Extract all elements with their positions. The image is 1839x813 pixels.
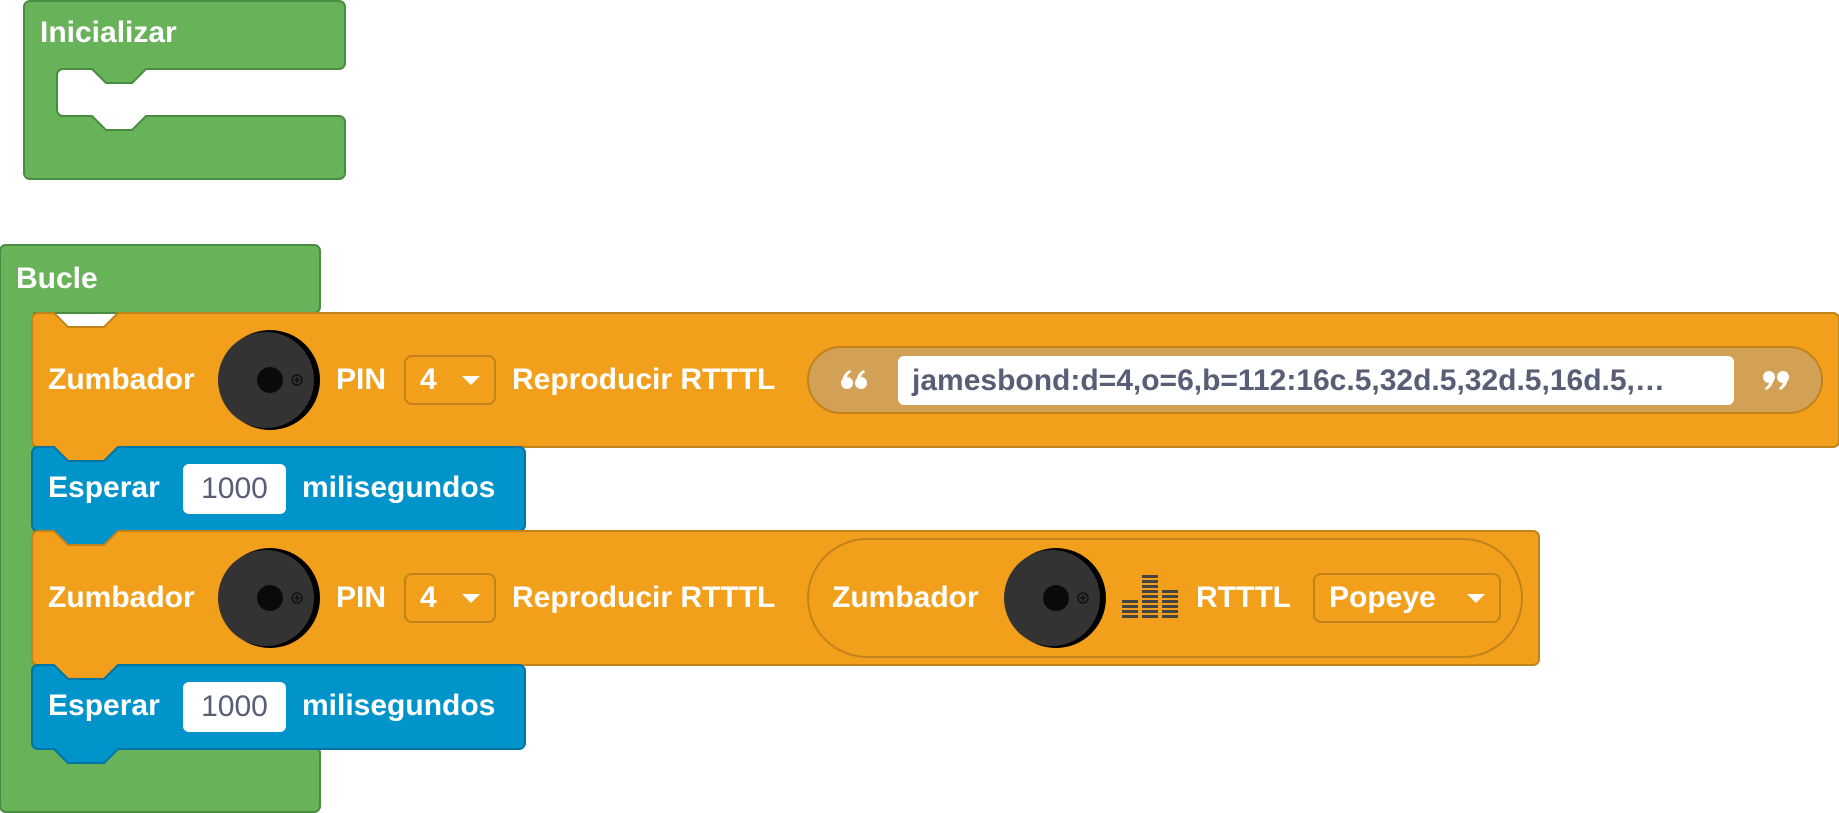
buzzer-label: Zumbador (48, 363, 195, 396)
pin-dropdown[interactable]: 4 (404, 355, 496, 405)
pin-label: PIN (336, 363, 387, 396)
sound-levels-icon (1122, 575, 1178, 618)
wait-unit-label: milisegundos (302, 471, 496, 504)
buzzer-label: Zumbador (48, 581, 195, 614)
init-label: Inicializar (40, 16, 177, 49)
wait-ms-field[interactable]: 1000 (183, 682, 286, 732)
pin-value: 4 (420, 363, 437, 396)
close-quote-icon (1763, 371, 1789, 390)
rtttl-type-label: RTTTL (1196, 581, 1291, 614)
wait-unit-label: milisegundos (302, 689, 496, 722)
play-rtttl-label: Reproducir RTTTL (512, 581, 776, 614)
wait-ms-field[interactable]: 1000 (183, 464, 286, 514)
buzzer-icon (218, 330, 320, 430)
chevron-down-icon (1467, 594, 1485, 603)
play-rtttl-label: Reproducir RTTTL (512, 363, 776, 396)
buzzer-icon (218, 548, 320, 648)
melody-value: Popeye (1329, 581, 1436, 614)
pin-dropdown[interactable]: 4 (404, 573, 496, 623)
wait-label: Esperar (48, 471, 160, 504)
rtttl-string-field[interactable]: jamesbond:d=4,o=6,b=112:16c.5,32d.5,32d.… (898, 356, 1734, 405)
open-quote-icon (841, 370, 867, 389)
buzzer-icon (1004, 548, 1106, 648)
chevron-down-icon (462, 376, 480, 385)
pin-label: PIN (336, 581, 387, 614)
melody-buzzer-label: Zumbador (832, 581, 979, 614)
chevron-down-icon (462, 594, 480, 603)
melody-dropdown[interactable]: Popeye (1313, 573, 1501, 623)
loop-label: Bucle (16, 262, 98, 295)
wait-label: Esperar (48, 689, 160, 722)
pin-value: 4 (420, 581, 437, 614)
